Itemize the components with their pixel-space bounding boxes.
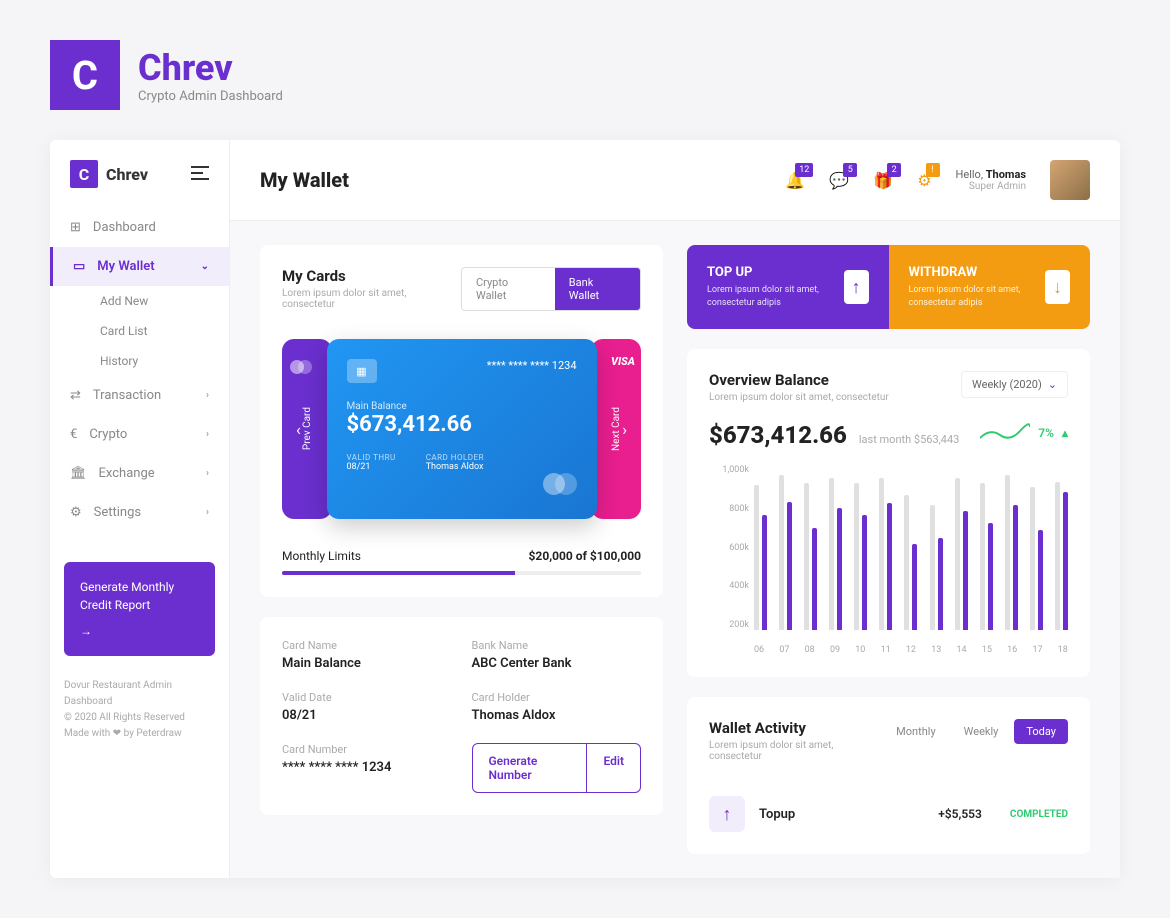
topup-button[interactable]: TOP UP Lorem ipsum dolor sit amet, conse…	[687, 245, 889, 329]
sidebar-item-dashboard[interactable]: ⊞ Dashboard	[50, 208, 229, 247]
brand-logo-icon: C	[50, 40, 120, 110]
sidebar-item-transaction[interactable]: ⇄ Transaction ›	[50, 376, 229, 415]
limits-progress	[282, 571, 641, 575]
page-title: My Wallet	[260, 168, 349, 192]
brand-name: Chrev	[138, 47, 283, 89]
balance-chart: 1,000k800k600k400k200k 06070809101112131…	[709, 465, 1068, 655]
wallet-activity-panel: Wallet Activity Lorem ipsum dolor sit am…	[687, 697, 1090, 854]
overview-balance: $673,412.66	[709, 421, 847, 449]
chevron-right-icon: ›	[206, 429, 209, 440]
overview-title: Overview Balance	[709, 371, 889, 389]
exchange-icon: 🏛	[70, 466, 87, 481]
prev-card[interactable]: Prev Card	[282, 339, 332, 519]
user-info[interactable]: Hello, Thomas Super Admin	[956, 168, 1026, 192]
report-card[interactable]: Generate Monthly Credit Report →	[64, 562, 215, 656]
chip-icon: ▦	[347, 359, 377, 383]
tab-monthly[interactable]: Monthly	[884, 719, 948, 744]
next-card[interactable]: VISA Next Card	[591, 339, 641, 519]
visa-icon: VISA	[611, 355, 635, 368]
card-details-panel: Card Name Main Balance Bank Name ABC Cen…	[260, 617, 663, 815]
withdraw-button[interactable]: WITHDRAW Lorem ipsum dolor sit amet, con…	[889, 245, 1091, 329]
chevron-right-icon[interactable]: ›	[622, 420, 627, 439]
arrow-up-icon: ↑	[844, 270, 869, 304]
messages-button[interactable]: 💬 5	[829, 171, 849, 190]
menu-toggle-icon[interactable]	[191, 165, 209, 184]
crypto-icon: €	[70, 427, 77, 442]
topup-icon: ↑	[709, 796, 745, 832]
chevron-down-icon: ⌄	[1048, 378, 1057, 391]
arrow-right-icon: →	[80, 622, 199, 640]
sidebar-sub-card-list[interactable]: Card List	[50, 316, 229, 346]
chevron-right-icon: ›	[206, 507, 209, 518]
brand-subtitle: Crypto Admin Dashboard	[138, 89, 283, 104]
edit-button[interactable]: Edit	[587, 744, 640, 792]
card-number-value: **** **** **** 1234	[282, 760, 452, 775]
dashboard-icon: ⊞	[70, 220, 81, 235]
sidebar-sub-history[interactable]: History	[50, 346, 229, 376]
sidebar: C Chrev ⊞ Dashboard ▭ My Wallet ⌄ Add Ne…	[50, 140, 230, 878]
card-holder-value: Thomas Aldox	[472, 708, 642, 723]
brand-header: C Chrev Crypto Admin Dashboard	[50, 40, 1120, 110]
sidebar-item-exchange[interactable]: 🏛 Exchange ›	[50, 454, 229, 493]
avatar[interactable]	[1050, 160, 1090, 200]
bank-name-value: ABC Center Bank	[472, 656, 642, 671]
wallet-icon: ▭	[73, 259, 85, 274]
settings-button[interactable]: ⚙ !	[917, 171, 931, 190]
activity-title: Wallet Activity	[709, 719, 884, 737]
generate-number-button[interactable]: Generate Number	[473, 744, 588, 792]
transaction-icon: ⇄	[70, 388, 81, 403]
seg-crypto-wallet[interactable]: Crypto Wallet	[462, 268, 555, 310]
my-cards-title: My Cards	[282, 267, 461, 285]
limits-value: $20,000 of $100,000	[529, 549, 641, 563]
notifications-button[interactable]: 🔔 12	[785, 171, 805, 190]
period-dropdown[interactable]: Weekly (2020) ⌄	[961, 371, 1068, 398]
tab-today[interactable]: Today	[1014, 719, 1068, 744]
card-name-value: Main Balance	[282, 656, 452, 671]
chevron-right-icon: ›	[206, 390, 209, 401]
topbar: My Wallet 🔔 12 💬 5 🎁 2 ⚙	[230, 140, 1120, 221]
sidebar-item-crypto[interactable]: € Crypto ›	[50, 415, 229, 454]
chevron-down-icon: ⌄	[201, 261, 209, 272]
settings-icon: ⚙	[70, 505, 82, 520]
mastercard-icon	[543, 473, 577, 499]
limits-label: Monthly Limits	[282, 549, 361, 563]
trend-indicator: 7% ▴	[980, 423, 1068, 443]
arrow-down-icon: ↓	[1045, 270, 1070, 304]
sidebar-item-settings[interactable]: ⚙ Settings ›	[50, 493, 229, 532]
my-cards-panel: My Cards Lorem ipsum dolor sit amet, con…	[260, 245, 663, 597]
valid-date-value: 08/21	[282, 708, 452, 723]
tab-weekly[interactable]: Weekly	[952, 719, 1011, 744]
my-cards-sub: Lorem ipsum dolor sit amet, consectetur	[282, 288, 461, 310]
wallet-type-segment: Crypto Wallet Bank Wallet	[461, 267, 641, 311]
caret-up-icon: ▴	[1062, 426, 1068, 440]
main-card[interactable]: ▦ **** **** **** 1234 Main Balance $673,…	[327, 339, 597, 519]
activity-row[interactable]: ↑ Topup +$5,553 COMPLETED	[709, 780, 1068, 832]
overview-panel: Overview Balance Lorem ipsum dolor sit a…	[687, 349, 1090, 677]
sidebar-logo[interactable]: C Chrev	[70, 160, 148, 188]
chevron-right-icon: ›	[206, 468, 209, 479]
sidebar-sub-add-new[interactable]: Add New	[50, 286, 229, 316]
seg-bank-wallet[interactable]: Bank Wallet	[555, 268, 640, 310]
chevron-left-icon[interactable]: ‹	[296, 420, 301, 439]
sidebar-item-wallet[interactable]: ▭ My Wallet ⌄	[50, 247, 229, 286]
gifts-button[interactable]: 🎁 2	[873, 171, 893, 190]
sidebar-footer: Dovur Restaurant Admin Dashboard © 2020 …	[50, 666, 229, 754]
